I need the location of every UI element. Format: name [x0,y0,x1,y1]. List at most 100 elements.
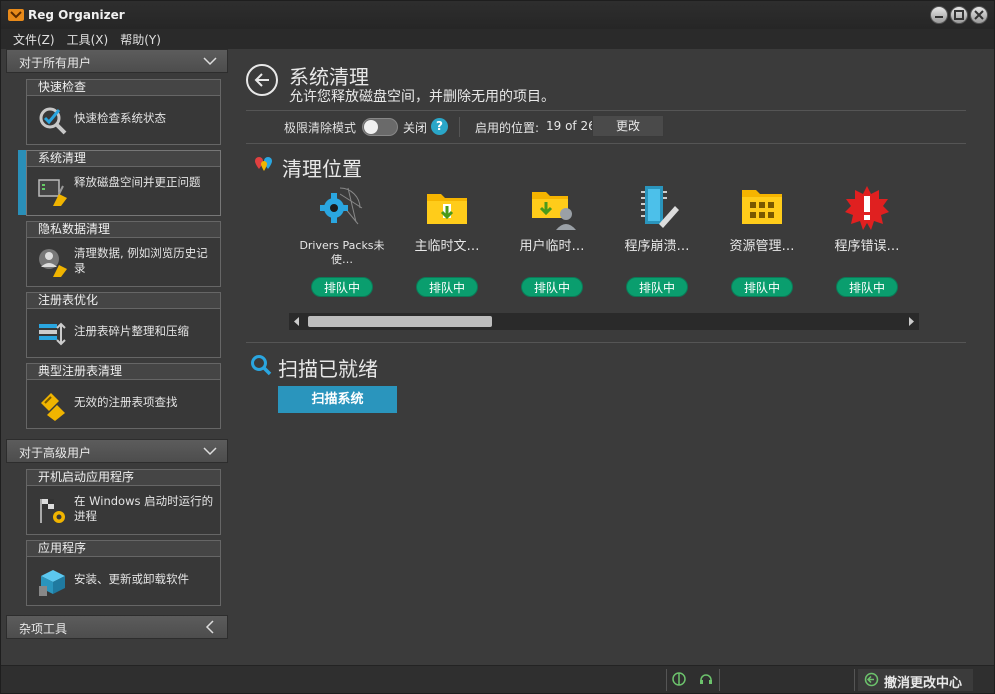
undo-icon [864,672,879,687]
status-badge: 排队中 [521,277,583,297]
menu-file[interactable]: 文件(Z) [7,29,61,49]
card-startup-apps[interactable]: 开机启动应用程序 在 Windows 启动时运行的进程 [26,469,221,535]
status-bar: 撤消更改中心 [1,665,994,693]
magnifier-check-icon [39,107,67,135]
divider [246,143,966,144]
scan-system-button[interactable]: 扫描系统 [278,386,397,413]
card-registry-optimization[interactable]: 注册表优化 注册表碎片整理和压缩 [26,292,221,358]
drivers-icon [320,187,363,225]
app-window: Reg Organizer 文件(Z) 工具(X) 帮助(Y) 对于所有用户 快… [0,0,995,694]
help-icon[interactable]: ? [431,118,448,135]
scroll-right-icon[interactable] [907,317,915,326]
divider [719,669,720,691]
group-all-users-label: 对于所有用户 [19,56,92,70]
location-label: 资源管理… [729,239,795,254]
menu-bar: 文件(Z) 工具(X) 帮助(Y) [1,29,994,49]
location-item[interactable]: 主临时文… [399,184,495,255]
extreme-mode-label: 极限清除模式 [284,121,357,135]
divider [666,669,667,691]
divider [854,669,855,691]
location-pins-icon [255,157,272,171]
chevron-left-icon [205,620,214,634]
registry-defrag-icon [39,322,66,346]
location-item[interactable]: 程序崩溃… [609,184,705,255]
status-badge: 排队中 [731,277,793,297]
card-title: 隐私数据清理 [27,222,220,238]
undo-center-label: 撤消更改中心 [884,676,963,691]
card-text: 无效的注册表项查找 [74,395,178,409]
divider [459,117,460,137]
location-item[interactable]: 用户临时… [504,184,600,255]
app-title: Reg Organizer [28,8,125,22]
location-item[interactable]: Drivers Packs未使… [294,184,390,267]
card-quick-check[interactable]: 快速检查 快速检查系统状态 [26,79,221,145]
support-headset-icon[interactable] [698,671,714,687]
scrollbar-thumb[interactable] [308,316,492,327]
card-title: 注册表优化 [27,293,220,309]
status-badge: 排队中 [416,277,478,297]
privacy-cleanup-icon [39,249,67,277]
split-view-icon[interactable] [671,671,687,687]
minimize-button[interactable] [930,6,948,24]
card-title: 典型注册表清理 [27,364,220,380]
system-cleanup-icon [38,179,67,206]
divider [246,110,966,111]
close-icon [974,10,984,20]
group-misc-tools[interactable]: 杂项工具 [6,615,228,639]
menu-tools[interactable]: 工具(X) [61,29,115,49]
options-bar: 极限清除模式 关闭 ? 启用的位置: 19 of 26 更改 [246,113,966,141]
card-text: 注册表碎片整理和压缩 [74,324,189,338]
enabled-locations-value: 19 of 26 [546,119,596,133]
title-bar[interactable]: Reg Organizer [1,1,994,29]
card-text: 释放磁盘空间并更正问题 [74,175,201,189]
scan-ready-title: 扫描已就绪 [278,357,378,381]
card-privacy-cleanup[interactable]: 隐私数据清理 清理数据, 例如浏览历史记录 [26,221,221,287]
card-title: 开机启动应用程序 [27,470,220,486]
card-applications[interactable]: 应用程序 安装、更新或卸载软件 [26,540,221,606]
card-title: 系统清理 [27,151,220,167]
chevron-down-icon [203,57,217,66]
page-subtitle: 允许您释放磁盘空间，并删除无用的项目。 [289,89,555,105]
change-button[interactable]: 更改 [592,115,664,137]
enabled-locations-label: 启用的位置: [475,121,540,135]
location-label: 程序崩溃… [624,239,690,254]
location-item[interactable]: 资源管理… [714,184,810,255]
card-text: 快速检查系统状态 [74,111,166,125]
user-temp-folder-icon [532,192,576,230]
menu-help[interactable]: 帮助(Y) [114,29,167,49]
sidebar: 对于所有用户 快速检查 快速检查系统状态 系统清理 释放磁盘空间并更正问题 隐私… [6,49,228,644]
window-controls [930,6,988,24]
arrow-left-icon [254,73,269,87]
location-label: 主临时文… [414,239,480,254]
status-badge: 排队中 [626,277,688,297]
locations-title: 清理位置 [282,157,362,181]
reg-organizer-logo-icon [8,9,24,21]
close-button[interactable] [970,6,988,24]
group-all-users[interactable]: 对于所有用户 [6,49,228,73]
card-system-cleanup[interactable]: 系统清理 释放磁盘空间并更正问题 [26,150,221,216]
card-text: 清理数据, 例如浏览历史记录 [74,246,208,275]
toggle-state-text: 关闭 [403,121,428,135]
minimize-icon [935,16,943,18]
group-advanced-users[interactable]: 对于高级用户 [6,439,228,463]
maximize-button[interactable] [950,6,968,24]
undo-center-button[interactable]: 撤消更改中心 [858,669,973,691]
group-misc-tools-label: 杂项工具 [19,622,68,636]
card-registry-cleanup[interactable]: 典型注册表清理 无效的注册表项查找 [26,363,221,429]
card-text: 安装、更新或卸载软件 [74,572,189,586]
location-item[interactable]: 程序错误… [819,184,915,255]
group-advanced-users-label: 对于高级用户 [19,446,92,460]
status-badge: 排队中 [836,277,898,297]
card-title: 快速检查 [27,80,220,96]
temp-folder-icon [427,194,467,224]
divider [246,342,966,343]
search-icon [251,355,272,376]
back-button[interactable] [246,64,278,96]
status-badge: 排队中 [311,277,373,297]
error-report-icon [845,186,889,230]
chevron-down-icon [203,447,217,456]
extreme-mode-toggle[interactable] [362,118,398,136]
horizontal-scrollbar[interactable] [289,313,919,330]
explorer-cache-icon [742,190,782,224]
scroll-left-icon[interactable] [293,317,301,326]
